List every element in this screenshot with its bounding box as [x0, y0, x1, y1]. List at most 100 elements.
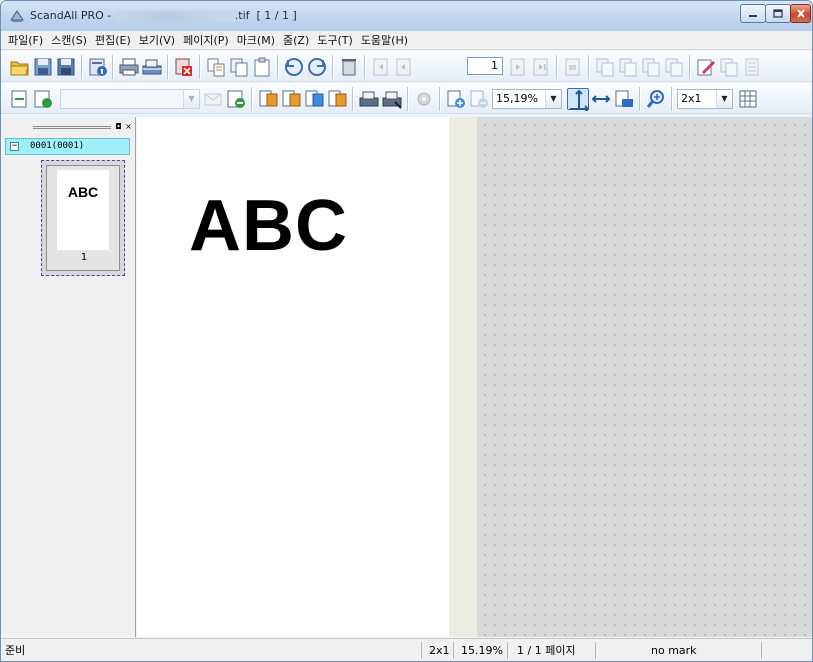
move-page-icon [619, 58, 637, 77]
save-as-button[interactable] [55, 56, 77, 78]
first-page-button[interactable] [370, 56, 392, 78]
merge-page-icon [665, 58, 683, 77]
import-button[interactable] [32, 88, 54, 110]
scan-settings-button[interactable] [358, 88, 380, 110]
scan-batch-button[interactable] [381, 88, 403, 110]
ocr-button[interactable] [225, 88, 247, 110]
mark-edit-button[interactable] [695, 56, 717, 78]
panel-close-button[interactable]: × [124, 122, 133, 131]
cut-icon [207, 58, 225, 77]
rotate-left-button[interactable] [283, 56, 305, 78]
grid-view-icon [739, 90, 757, 108]
mark-list-icon [745, 58, 759, 76]
mark-list-button[interactable] [741, 56, 763, 78]
copy-icon [230, 58, 248, 77]
export-button[interactable] [9, 88, 31, 110]
status-divider [421, 642, 422, 659]
scanner-settings-icon [359, 91, 379, 107]
mark-copy-icon [720, 58, 738, 77]
layout-select[interactable]: 2x1 ▼ [677, 89, 733, 109]
index-button[interactable] [326, 88, 348, 110]
fit-page-icon [570, 89, 590, 111]
next-page-button[interactable] [507, 56, 529, 78]
zoom-out-page-button[interactable] [468, 88, 490, 110]
menu-scan[interactable]: 스캔(S) [47, 31, 91, 50]
batch-button[interactable] [303, 88, 325, 110]
settings-button[interactable] [413, 88, 435, 110]
rotate-right-button[interactable] [306, 56, 328, 78]
rotate-right-icon [308, 58, 326, 76]
previous-page-button[interactable] [393, 56, 415, 78]
recycle-bin-button[interactable] [338, 56, 360, 78]
menu-view[interactable]: 보기(V) [135, 31, 179, 50]
last-page-button[interactable] [530, 56, 552, 78]
menu-zoom[interactable]: 줌(Z) [279, 31, 313, 50]
delete-page-button[interactable] [173, 56, 195, 78]
close-button[interactable] [790, 4, 811, 23]
toolbar-separator [81, 55, 83, 79]
menu-help[interactable]: 도움말(H) [357, 31, 412, 50]
scan-button[interactable] [141, 56, 163, 78]
page-margin [449, 117, 477, 637]
tree-node-document[interactable]: − 0001(0001) [5, 138, 130, 155]
move-page-button[interactable] [617, 56, 639, 78]
export-page-icon [11, 90, 27, 108]
copy-button[interactable] [228, 56, 250, 78]
title-bar[interactable]: ScandAll PRO - .tif [ 1 / 1 ] [1, 1, 812, 31]
scanner-app-icon [9, 8, 25, 24]
page-number-input[interactable]: 1 [467, 57, 503, 75]
minimize-button[interactable] [740, 4, 766, 23]
maximize-icon [773, 9, 783, 18]
goto-page-button[interactable] [562, 56, 584, 78]
open-folder-button[interactable] [9, 56, 31, 78]
menu-mark[interactable]: 마크(M) [233, 31, 279, 50]
fit-width-button[interactable] [590, 88, 612, 110]
status-divider [453, 642, 454, 659]
thumbnail-page-number: 1 [80, 252, 88, 263]
send-mail-button[interactable] [202, 88, 224, 110]
status-pages: 1 / 1 페이지 [517, 644, 576, 657]
document-page[interactable]: ABC [137, 117, 449, 637]
thumbnail-text: ABC [67, 184, 99, 200]
split-document-button[interactable] [257, 88, 279, 110]
panel-restore-button[interactable]: ◘ [114, 122, 123, 131]
toolbar-separator [364, 55, 366, 79]
split-page-button[interactable] [640, 56, 662, 78]
merge-page-button[interactable] [663, 56, 685, 78]
toolbar-separator [639, 87, 641, 111]
menu-edit[interactable]: 편집(E) [91, 31, 135, 50]
fit-page-button[interactable] [567, 88, 590, 111]
app-window: ScandAll PRO - .tif [ 1 / 1 ] 파일(F) 스캔(S… [0, 0, 813, 662]
merge-document-button[interactable] [280, 88, 302, 110]
maximize-button[interactable] [765, 4, 791, 23]
trash-icon [342, 59, 356, 76]
menu-tools[interactable]: 도구(T) [313, 31, 357, 50]
mark-copy-button[interactable] [718, 56, 740, 78]
toolbar-separator [167, 55, 169, 79]
document-info-icon [89, 58, 107, 76]
panel-grip[interactable] [33, 126, 111, 129]
insert-page-button[interactable] [594, 56, 616, 78]
document-viewer[interactable]: ABC [137, 117, 812, 637]
previous-page-icon [396, 58, 411, 76]
collapse-icon[interactable]: − [10, 142, 19, 151]
properties-button[interactable] [87, 56, 109, 78]
actual-size-button[interactable] [613, 88, 635, 110]
zoom-in-page-button[interactable] [445, 88, 467, 110]
zoom-select[interactable]: 15,19% ▼ [492, 89, 562, 109]
page-thumbnail[interactable]: ABC 1 [41, 160, 125, 276]
menu-file[interactable]: 파일(F) [4, 31, 47, 50]
document-text: ABC [189, 186, 348, 266]
toolbar-separator [199, 55, 201, 79]
save-button[interactable] [32, 56, 54, 78]
gear-icon [417, 92, 431, 106]
print-button[interactable] [118, 56, 140, 78]
menu-page[interactable]: 페이지(P) [179, 31, 233, 50]
paste-button[interactable] [251, 56, 273, 78]
grid-view-button[interactable] [737, 88, 759, 110]
destination-select[interactable]: ▼ [60, 89, 200, 109]
cut-button[interactable] [205, 56, 227, 78]
status-layout: 2x1 [429, 644, 450, 657]
split-document-icon [259, 90, 278, 107]
magnifier-button[interactable] [645, 88, 667, 110]
